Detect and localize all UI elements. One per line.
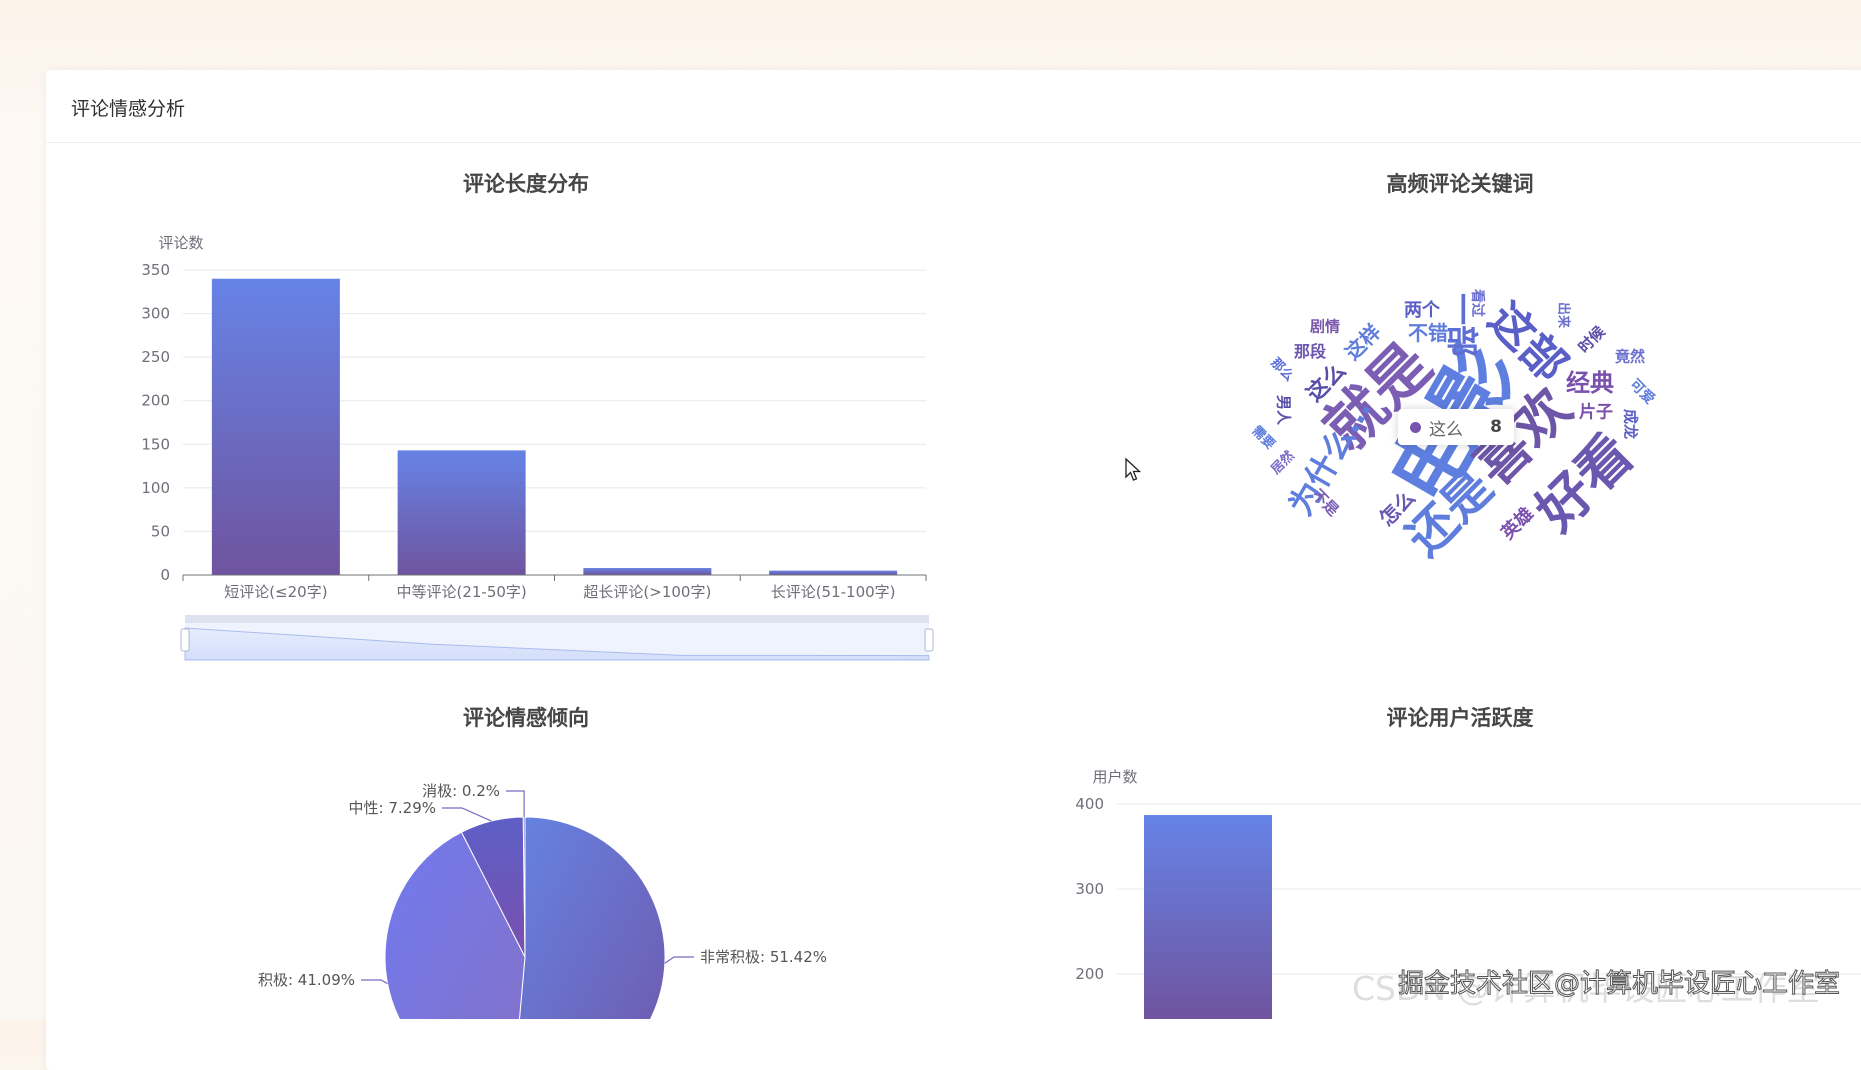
y-tick-label: 50 (151, 522, 170, 540)
y-tick-label: 150 (141, 435, 170, 453)
length-chart-title: 评论长度分布 (463, 172, 589, 196)
wordcloud-word[interactable]: 成龙 (1623, 409, 1638, 439)
x-tick-label: 中等评论(21-50字) (396, 583, 526, 601)
wordcloud-word[interactable]: 那段 (1294, 344, 1326, 360)
pie-label: 非常积极: 51.42% (700, 948, 827, 966)
wordcloud-word[interactable]: 不错 (1408, 323, 1448, 343)
watermark-juejin: 掘金技术社区@计算机毕设匠心工作室 (1398, 963, 1840, 1000)
activity-y-axis-label: 用户数 (1092, 768, 1137, 786)
y-tick-label: 100 (141, 479, 170, 497)
datazoom-resize-handle[interactable] (925, 629, 933, 651)
activity-chart-title: 评论用户活跃度 (1387, 706, 1534, 730)
tooltip-value: 8 (1490, 417, 1502, 437)
datazoom-slider[interactable] (181, 615, 933, 660)
bar (212, 279, 340, 575)
wordcloud-word[interactable]: 片子 (1579, 405, 1613, 422)
wordcloud-title: 高频评论关键词 (1387, 172, 1534, 196)
pie-label: 中性: 7.29% (349, 799, 436, 817)
mouse-cursor-icon (1124, 457, 1144, 483)
tooltip-word: 这么 (1429, 415, 1463, 440)
pie-label-line (442, 808, 492, 821)
wordcloud-word[interactable]: 出来 (1557, 302, 1570, 328)
pie-label-line (665, 957, 694, 963)
bar (583, 568, 711, 575)
wordcloud-word[interactable]: 竟然 (1615, 350, 1645, 365)
sentiment-chart-title: 评论情感倾向 (463, 706, 589, 730)
y-tick-label: 300 (141, 305, 170, 323)
wordcloud-word[interactable]: 剧情 (1310, 320, 1340, 335)
x-tick-label: 短评论(≤20字) (224, 583, 327, 601)
pie-label: 积极: 41.09% (258, 971, 355, 989)
x-tick-label: 超长评论(>100字) (583, 583, 711, 601)
tooltip-series-dot (1410, 422, 1421, 433)
pie-label-line (506, 791, 524, 817)
y-tick-label: 350 (141, 261, 170, 279)
datazoom-resize-handle[interactable] (181, 629, 189, 651)
bar (398, 450, 526, 575)
y-tick-label: 300 (1075, 880, 1104, 898)
bar (769, 571, 897, 575)
pie-label-line (361, 980, 388, 984)
sentiment-pie-chart: 非常积极: 51.42% 积极: 41.09% 中性: 7.29%消极: 0.2% (258, 782, 827, 1019)
bar (1144, 815, 1272, 1019)
wordcloud-word[interactable]: 看过 (1470, 289, 1484, 317)
wordcloud-word[interactable]: 两个 (1404, 302, 1440, 320)
y-tick-label: 0 (160, 566, 170, 584)
wordcloud-word[interactable]: 经典 (1566, 371, 1614, 395)
y-tick-label: 250 (141, 348, 170, 366)
length-bar-chart: 0 50 100 150 200 250 300 350 短评论(≤20字) 中等评论(21-50… (141, 261, 926, 601)
pie-label: 消极: 0.2% (422, 782, 500, 800)
x-tick-label: 长评论(51-100字) (771, 583, 896, 601)
y-tick-label: 200 (141, 392, 170, 410)
y-tick-label: 400 (1075, 795, 1104, 813)
y-tick-label: 200 (1075, 965, 1104, 983)
pie-slice (513, 817, 665, 1019)
datazoom-move-handle (185, 615, 929, 623)
wordcloud-tooltip: 这么 8 (1398, 409, 1514, 445)
wordcloud-word[interactable]: 男人 (1276, 395, 1291, 425)
length-y-axis-label: 评论数 (158, 234, 203, 252)
